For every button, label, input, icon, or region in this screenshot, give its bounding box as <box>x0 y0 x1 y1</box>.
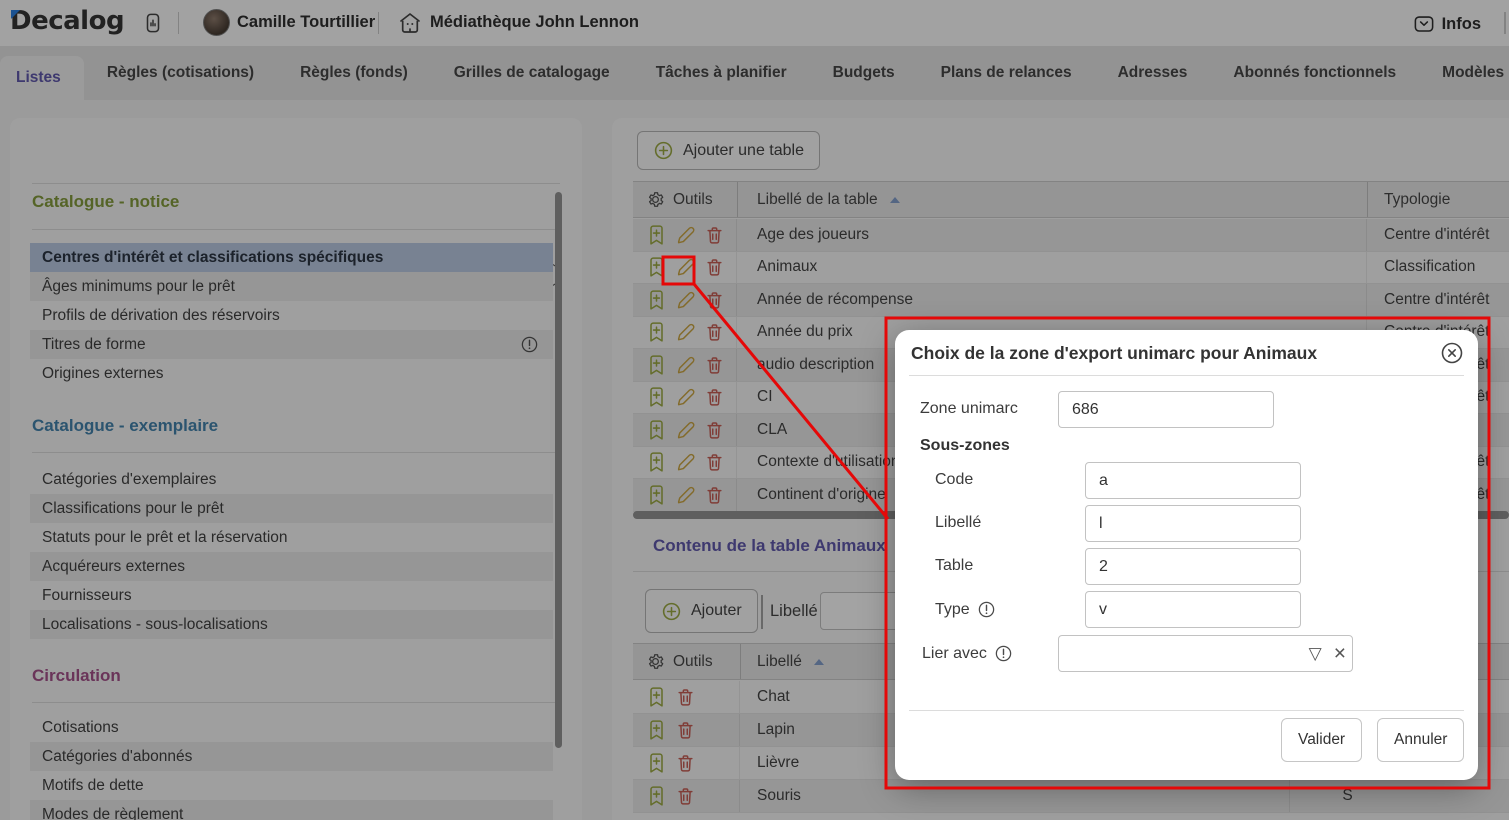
dialog-close-button[interactable] <box>1440 341 1464 365</box>
zone-unimarc-input[interactable] <box>1058 391 1274 428</box>
app-window: Decalog Camille Tourtillier Médiathèque … <box>0 0 1509 820</box>
subzone-field-input[interactable] <box>1085 548 1301 585</box>
zone-unimarc-label: Zone unimarc <box>920 400 1018 418</box>
link-with-combobox: ▽ × <box>1058 635 1353 672</box>
subzone-field-label: Table <box>935 557 973 575</box>
cancel-button[interactable]: Annuler <box>1377 718 1464 762</box>
subzone-field-label: Code <box>935 471 973 489</box>
subzone-field-input[interactable] <box>1085 505 1301 542</box>
dialog-divider <box>909 375 1464 376</box>
link-with-label: Lier avec <box>922 644 1013 663</box>
info-icon <box>977 600 996 619</box>
dropdown-toggle-icon[interactable]: ▽ <box>1303 645 1328 662</box>
dialog-footer-divider <box>909 710 1464 711</box>
info-icon <box>994 644 1013 663</box>
subzone-field-input[interactable] <box>1085 591 1301 628</box>
link-with-input[interactable] <box>1059 645 1303 663</box>
dialog-title: Choix de la zone d'export unimarc pour A… <box>911 343 1317 364</box>
unimarc-export-dialog: Choix de la zone d'export unimarc pour A… <box>895 330 1478 780</box>
close-icon <box>1440 341 1464 365</box>
subzone-field-label: Libellé <box>935 514 981 532</box>
subzones-label: Sous-zones <box>920 437 1010 455</box>
clear-icon[interactable]: × <box>1328 643 1352 664</box>
subzone-field-input[interactable] <box>1085 462 1301 499</box>
subzone-field-label: Type <box>935 600 996 619</box>
validate-button[interactable]: Valider <box>1281 718 1362 762</box>
